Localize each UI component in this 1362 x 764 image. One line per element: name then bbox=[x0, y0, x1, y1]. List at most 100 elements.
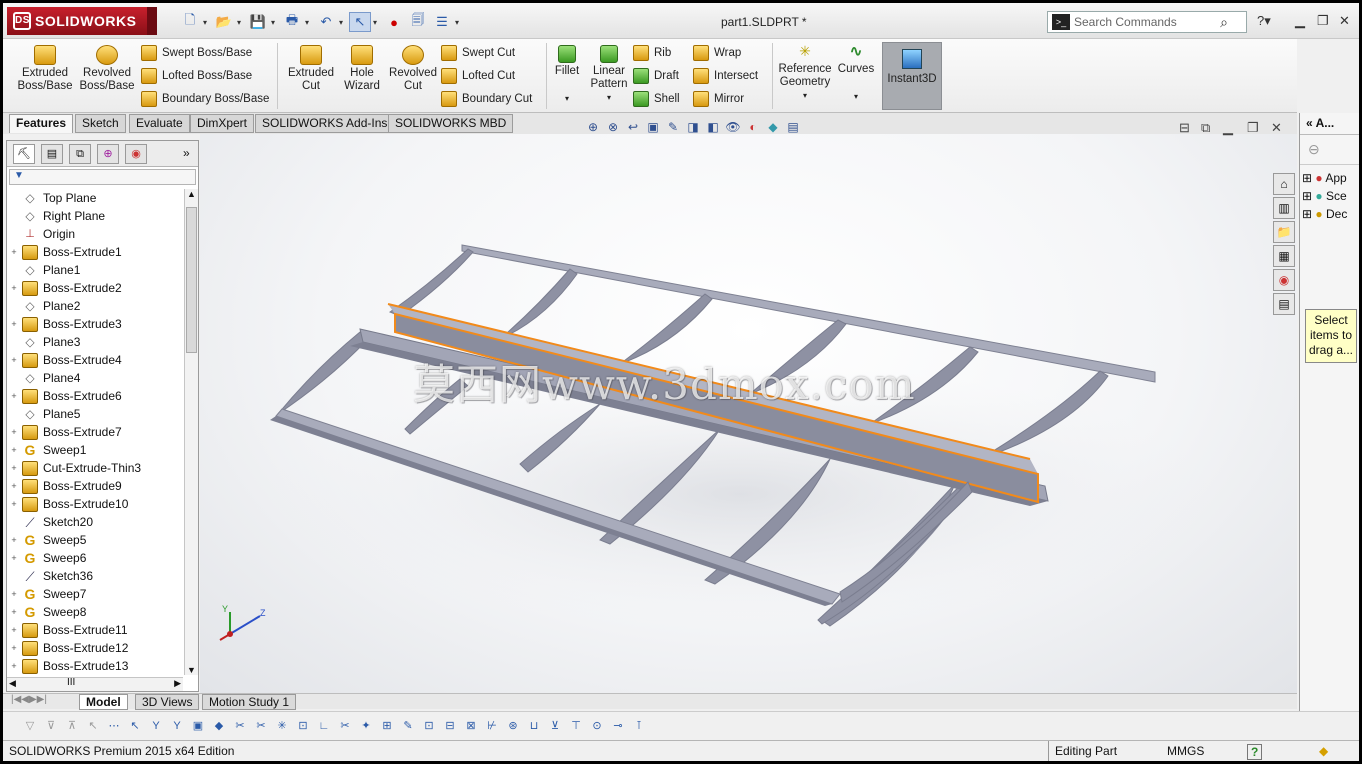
viewport-split-icon[interactable]: ⊟ bbox=[1179, 120, 1190, 136]
reference-geometry-button[interactable]: ✳ Reference Geometry ▾ bbox=[775, 44, 835, 102]
selection-filter-icon[interactable]: ⊬ bbox=[483, 717, 501, 735]
tree-item[interactable]: ◇ Plane4 bbox=[7, 369, 183, 387]
expand-toggle-icon[interactable]: + bbox=[9, 427, 19, 437]
property-manager-tab-icon[interactable]: ▤ bbox=[41, 144, 63, 164]
dimxpert-manager-tab-icon[interactable]: ⊕ bbox=[97, 144, 119, 164]
search-input[interactable]: Search Commands bbox=[1074, 15, 1177, 29]
tree-item[interactable]: ◇ Top Plane bbox=[7, 189, 183, 207]
tab-motion-study[interactable]: Motion Study 1 bbox=[202, 694, 297, 710]
selection-filter-icon[interactable]: ✂ bbox=[231, 717, 249, 735]
selection-filter-icon[interactable]: ⊛ bbox=[504, 717, 522, 735]
tree-item-scenes[interactable]: ⊞ ● Sce bbox=[1302, 189, 1357, 207]
shell-button[interactable]: Shell bbox=[633, 89, 680, 109]
tree-item[interactable]: + Boss-Extrude3 bbox=[7, 315, 183, 333]
selection-filter-icon[interactable]: ⊔ bbox=[525, 717, 543, 735]
tab-mbd[interactable]: SOLIDWORKS MBD bbox=[388, 114, 514, 133]
tree-item[interactable]: + G Sweep5 bbox=[7, 531, 183, 549]
tab-dimxpert[interactable]: DimXpert bbox=[190, 114, 255, 133]
open-folder-icon[interactable]: 📂 bbox=[213, 12, 235, 32]
feature-manager-tab-icon[interactable]: ⛏ bbox=[13, 144, 35, 164]
configuration-manager-tab-icon[interactable]: ⧉ bbox=[69, 144, 91, 164]
expand-toggle-icon[interactable]: + bbox=[9, 625, 19, 635]
tree-item[interactable]: ◇ Right Plane bbox=[7, 207, 183, 225]
selection-filter-icon[interactable]: ⊡ bbox=[294, 717, 312, 735]
lofted-boss-button[interactable]: Lofted Boss/Base bbox=[141, 66, 252, 86]
units-label[interactable]: MMGS bbox=[1167, 741, 1204, 761]
tree-item[interactable]: ◇ Plane2 bbox=[7, 297, 183, 315]
lofted-cut-button[interactable]: Lofted Cut bbox=[441, 66, 515, 86]
options-dropdown[interactable]: ▾ bbox=[455, 18, 463, 27]
swept-boss-button[interactable]: Swept Boss/Base bbox=[141, 43, 252, 63]
expand-toggle-icon[interactable]: + bbox=[9, 481, 19, 491]
select-dropdown[interactable]: ▾ bbox=[373, 18, 381, 27]
tree-item[interactable]: + Boss-Extrude12 bbox=[7, 639, 183, 657]
selection-filter-icon[interactable]: ▽ bbox=[21, 717, 39, 735]
tree-item[interactable]: + Boss-Extrude6 bbox=[7, 387, 183, 405]
view-settings-icon[interactable]: ▤ bbox=[785, 119, 801, 135]
undo-dropdown[interactable]: ▾ bbox=[339, 18, 347, 27]
tree-item[interactable]: + Boss-Extrude1 bbox=[7, 243, 183, 261]
minimize-button[interactable]: ▁ bbox=[1295, 13, 1305, 29]
tree-item[interactable]: + G Sweep6 bbox=[7, 549, 183, 567]
tree-item[interactable]: ⊥ Origin bbox=[7, 225, 183, 243]
panel-expand-icon[interactable]: » bbox=[183, 146, 190, 160]
selection-filter-icon[interactable]: ⊡ bbox=[420, 717, 438, 735]
selection-filter-icon[interactable]: ✂ bbox=[252, 717, 270, 735]
expand-toggle-icon[interactable]: + bbox=[9, 643, 19, 653]
viewport-restore-icon[interactable]: ❐ bbox=[1247, 120, 1259, 136]
extruded-boss-button[interactable]: Extruded Boss/Base bbox=[15, 45, 75, 93]
scroll-up-icon[interactable]: ▲ bbox=[187, 189, 196, 199]
tree-item[interactable]: + Boss-Extrude2 bbox=[7, 279, 183, 297]
expand-toggle-icon[interactable]: + bbox=[9, 445, 19, 455]
selection-filter-icon[interactable]: ▣ bbox=[189, 717, 207, 735]
wrap-button[interactable]: Wrap bbox=[693, 43, 741, 63]
selection-filter-icon[interactable]: ⊺ bbox=[630, 717, 648, 735]
hide-show-items-icon[interactable]: 👁 bbox=[725, 119, 741, 135]
tree-item[interactable]: + Boss-Extrude10 bbox=[7, 495, 183, 513]
swept-cut-button[interactable]: Swept Cut bbox=[441, 43, 515, 63]
selection-filter-icon[interactable]: ↖ bbox=[126, 717, 144, 735]
file-properties-icon[interactable]: 🗐 bbox=[407, 12, 429, 32]
select-arrow-icon[interactable]: ↖ bbox=[349, 12, 371, 32]
selection-filter-icon[interactable]: ⊼ bbox=[63, 717, 81, 735]
print-icon[interactable]: 🖶 bbox=[281, 12, 303, 32]
selection-filter-icon[interactable]: ⊤ bbox=[567, 717, 585, 735]
viewport-minimize-icon[interactable]: ▁ bbox=[1223, 120, 1233, 136]
tag-icon[interactable]: ◆ bbox=[1319, 741, 1328, 761]
tree-item-appearances[interactable]: ⊞ ● App bbox=[1302, 171, 1357, 189]
rebuild-traffic-light-icon[interactable]: ● bbox=[383, 12, 405, 32]
tab-evaluate[interactable]: Evaluate bbox=[129, 114, 190, 133]
custom-properties-icon[interactable]: ▤ bbox=[1273, 293, 1295, 315]
selection-filter-icon[interactable]: ⊸ bbox=[609, 717, 627, 735]
expand-toggle-icon[interactable]: + bbox=[9, 553, 19, 563]
expand-toggle-icon[interactable]: + bbox=[9, 283, 19, 293]
mirror-button[interactable]: Mirror bbox=[693, 89, 744, 109]
pattern-dropdown-icon[interactable]: ▾ bbox=[583, 91, 635, 104]
tab-scroll-icons[interactable]: |◀◀▶▶| bbox=[11, 694, 47, 705]
selection-filter-icon[interactable]: ∟ bbox=[315, 717, 333, 735]
revolved-boss-button[interactable]: Revolved Boss/Base bbox=[77, 45, 137, 93]
view-palette-icon[interactable]: ▦ bbox=[1273, 245, 1295, 267]
boundary-cut-button[interactable]: Boundary Cut bbox=[441, 89, 532, 109]
save-icon[interactable]: 💾 bbox=[247, 12, 269, 32]
rib-button[interactable]: Rib bbox=[633, 43, 671, 63]
tree-item[interactable]: + Boss-Extrude11 bbox=[7, 621, 183, 639]
tree-horizontal-scrollbar[interactable]: ◀ III ▶ bbox=[7, 677, 183, 691]
tree-item[interactable]: ◇ Plane5 bbox=[7, 405, 183, 423]
boundary-boss-button[interactable]: Boundary Boss/Base bbox=[141, 89, 269, 109]
model-view[interactable]: Y Z bbox=[200, 134, 1297, 694]
tree-item[interactable]: ⟋ Sketch36 bbox=[7, 567, 183, 585]
revolved-cut-button[interactable]: Revolved Cut bbox=[383, 45, 443, 93]
selection-filter-icon[interactable]: ⊞ bbox=[378, 717, 396, 735]
reference-dropdown-icon[interactable]: ▾ bbox=[775, 89, 835, 102]
back-button-icon[interactable]: ⊖ bbox=[1300, 135, 1359, 165]
restore-button[interactable]: ❐ bbox=[1317, 13, 1329, 29]
open-dropdown[interactable]: ▾ bbox=[237, 18, 245, 27]
scroll-thumb[interactable] bbox=[186, 207, 197, 353]
previous-view-icon[interactable]: ↩ bbox=[625, 119, 641, 135]
fillet-dropdown-icon[interactable]: ▾ bbox=[548, 92, 586, 105]
selection-filter-icon[interactable]: ⊟ bbox=[441, 717, 459, 735]
expand-toggle-icon[interactable]: + bbox=[9, 319, 19, 329]
expand-toggle-icon[interactable]: + bbox=[9, 589, 19, 599]
tab-sketch[interactable]: Sketch bbox=[75, 114, 126, 133]
